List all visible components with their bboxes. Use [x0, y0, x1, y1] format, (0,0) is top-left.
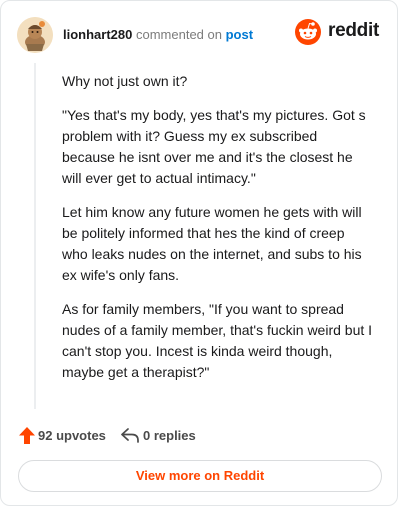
- avatar[interactable]: [17, 17, 53, 53]
- reddit-wordmark: reddit: [328, 20, 379, 41]
- comment-paragraph: "Yes that's my body, yes that's my pictu…: [62, 107, 366, 186]
- reddit-alien-icon: [295, 19, 321, 45]
- post-link[interactable]: post: [226, 27, 253, 42]
- comment-body: Why not just own it? "Yes that's my body…: [62, 71, 374, 396]
- avatar-icon: [17, 17, 53, 53]
- upvote-count: 92 upvotes: [38, 428, 106, 443]
- comment-paragraph: As for family members, "If you want to s…: [62, 301, 373, 380]
- comment-footer: 92 upvotes 0 replies: [19, 425, 379, 447]
- reply-count[interactable]: 0 replies: [143, 428, 196, 443]
- comment-meta: lionhart280 commented on post: [63, 26, 253, 44]
- reply-arrow-icon[interactable]: [121, 428, 139, 443]
- upvote-arrow-icon[interactable]: [19, 427, 35, 444]
- action-text: commented on: [135, 27, 222, 42]
- username-link[interactable]: lionhart280: [63, 27, 132, 42]
- comment-header: lionhart280 commented on post reddit: [17, 17, 381, 53]
- view-more-button[interactable]: View more on Reddit: [18, 460, 382, 492]
- comment-paragraph: Why not just own it?: [62, 73, 188, 89]
- reddit-brand[interactable]: reddit: [295, 19, 379, 51]
- comment-paragraph: Let him know any future women he gets wi…: [62, 204, 362, 283]
- comment-embed-card: lionhart280 commented on post reddit Why…: [0, 0, 398, 506]
- thread-line: [34, 63, 36, 409]
